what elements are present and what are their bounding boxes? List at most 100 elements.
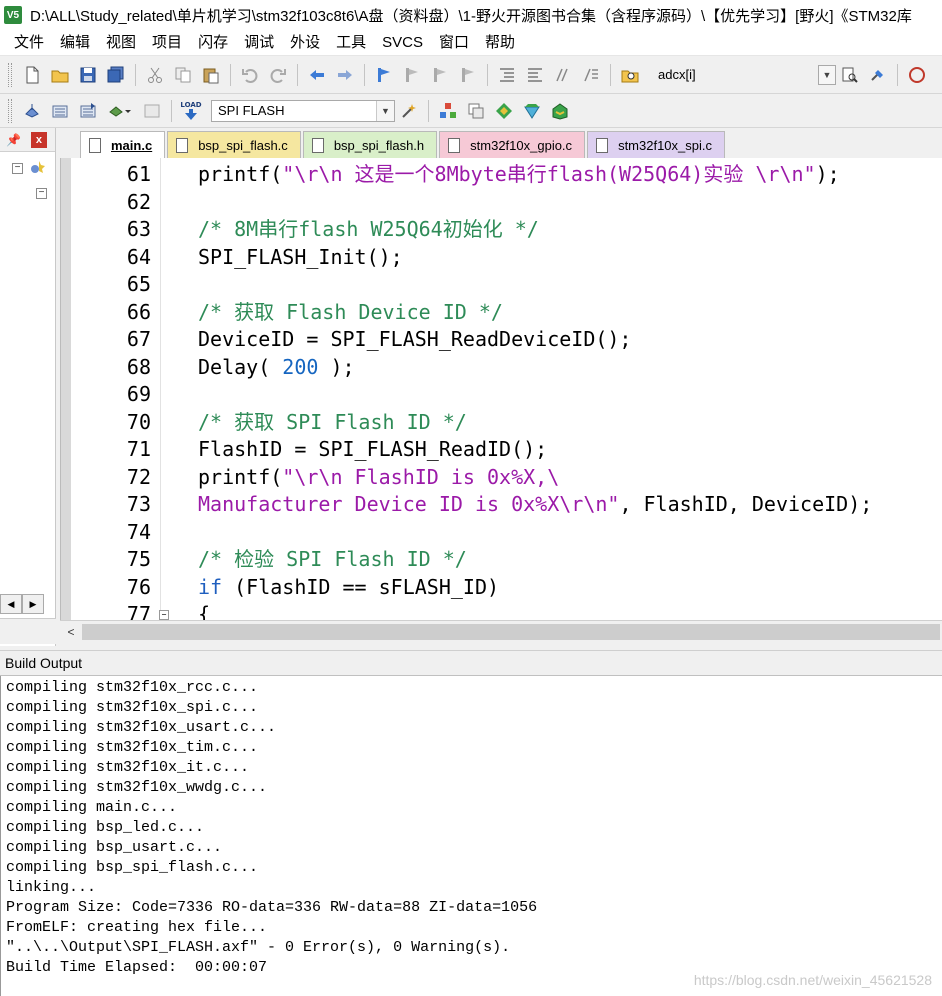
menu-tools[interactable]: 工具 — [328, 31, 374, 55]
redo-icon[interactable] — [266, 63, 290, 87]
tab-bsp-spi-flash-c[interactable]: bsp_spi_flash.c — [167, 131, 301, 158]
debug-settings-icon[interactable] — [866, 63, 890, 87]
tab-bsp-spi-flash-h[interactable]: bsp_spi_flash.h — [302, 131, 438, 158]
project-panel-tabs[interactable] — [0, 618, 56, 644]
stop-build-icon[interactable] — [140, 99, 164, 123]
bookmark-icon[interactable] — [372, 63, 396, 87]
find-in-files-icon[interactable] — [618, 63, 642, 87]
build-icon[interactable] — [48, 99, 72, 123]
scroll-left-icon[interactable]: < — [60, 622, 82, 642]
output-line: compiling bsp_led.c... — [6, 819, 205, 836]
menu-window[interactable]: 窗口 — [431, 31, 477, 55]
chevron-down-icon[interactable]: ▼ — [818, 64, 836, 85]
pack-installer-icon[interactable] — [492, 99, 516, 123]
chevron-down-icon[interactable]: ▼ — [376, 100, 394, 121]
clear-bookmarks-icon[interactable] — [456, 63, 480, 87]
code-token: (FlashID == sFLASH_ID) — [222, 574, 500, 599]
output-line: compiling stm32f10x_usart.c... — [6, 719, 277, 736]
output-line: compiling bsp_usart.c... — [6, 839, 223, 856]
toolbar-grip[interactable] — [8, 62, 12, 87]
tab-main-c[interactable]: main.c — [80, 131, 166, 158]
batch-build-icon[interactable] — [104, 99, 136, 123]
start-debug-icon[interactable] — [905, 63, 929, 87]
nav-back-icon[interactable] — [305, 63, 329, 87]
close-icon[interactable]: x — [30, 131, 47, 148]
select-pack-icon[interactable] — [520, 99, 544, 123]
menu-edit[interactable]: 编辑 — [52, 31, 98, 55]
code-line: 77 {− — [61, 601, 942, 620]
code-token: FlashID = SPI_FLASH_ReadID(); — [198, 437, 548, 461]
scroll-thumb[interactable] — [82, 623, 940, 640]
target-select[interactable]: SPI FLASH ▼ — [211, 99, 395, 122]
translate-icon[interactable] — [20, 99, 44, 123]
copy-icon[interactable] — [171, 63, 195, 87]
save-icon[interactable] — [76, 63, 100, 87]
nav-forward-icon[interactable] — [333, 63, 357, 87]
line-number: 61 — [126, 162, 151, 186]
download-icon[interactable]: LOAD — [179, 99, 203, 123]
find-combo[interactable]: adcx[i] ▼ — [652, 64, 836, 86]
menu-file[interactable]: 文件 — [6, 31, 52, 55]
line-number: 77 — [126, 602, 151, 620]
output-line: FromELF: creating hex file... — [6, 919, 268, 936]
scroll-left-icon[interactable]: ◀ — [0, 594, 22, 614]
file-extensions-icon[interactable] — [464, 99, 488, 123]
paste-icon[interactable] — [199, 63, 223, 87]
line-number: 63 — [126, 217, 151, 241]
menu-project[interactable]: 项目 — [144, 31, 190, 55]
line-number: 69 — [126, 382, 151, 406]
rebuild-icon[interactable] — [76, 99, 100, 123]
scroll-right-icon[interactable]: ▶ — [22, 594, 44, 614]
save-all-icon[interactable] — [104, 63, 128, 87]
menu-peripherals[interactable]: 外设 — [282, 31, 328, 55]
line-number: 76 — [126, 574, 151, 599]
line-number: 72 — [126, 464, 151, 489]
uncomment-icon[interactable] — [579, 63, 603, 87]
code-line: 76 if (FlashID == sFLASH_ID) — [61, 574, 942, 602]
target-options-icon[interactable] — [397, 99, 421, 123]
output-line: compiling stm32f10x_tim.c... — [6, 739, 259, 756]
code-text: if (FlashID == sFLASH_ID) — [198, 574, 499, 602]
menu-flash[interactable]: 闪存 — [190, 31, 236, 55]
manage-components-icon[interactable] — [436, 99, 460, 123]
indent-icon[interactable] — [495, 63, 519, 87]
build-output-header: Build Output — [0, 650, 942, 676]
open-folder-icon[interactable] — [48, 63, 72, 87]
menu-view[interactable]: 视图 — [98, 31, 144, 55]
new-file-icon[interactable] — [20, 63, 44, 87]
next-bookmark-icon[interactable] — [428, 63, 452, 87]
tree-collapse-icon[interactable]: − — [12, 163, 23, 174]
file-icon — [448, 137, 461, 153]
tree-collapse-icon[interactable]: − — [36, 188, 47, 199]
code-token: ); — [318, 354, 355, 379]
undo-icon[interactable] — [238, 63, 262, 87]
editor-hscroll[interactable]: < — [60, 620, 942, 642]
title-bar: V5 D:\ALL\Study_related\单片机学习\stm32f103c… — [0, 0, 942, 30]
menu-debug[interactable]: 调试 — [236, 31, 282, 55]
code-editor[interactable]: 61 printf("\r\n 这是一个8Mbyte串行flash(W25Q64)… — [60, 158, 942, 620]
prev-bookmark-icon[interactable] — [400, 63, 424, 87]
toolbar-grip[interactable] — [8, 98, 12, 123]
tab-stm32f10x-gpio-c[interactable]: stm32f10x_gpio.c — [439, 131, 586, 158]
code-token: if — [198, 574, 223, 599]
rte-manage-icon[interactable] — [548, 99, 572, 123]
output-line: compiling bsp_spi_flash.c... — [6, 859, 259, 876]
incremental-find-icon[interactable] — [838, 63, 862, 87]
menu-help[interactable]: 帮助 — [477, 31, 523, 55]
code-text: FlashID = SPI_FLASH_ReadID(); — [198, 436, 547, 464]
code-token: /* 获取 Flash Device ID */ — [198, 299, 503, 324]
tab-stm32f10x-spi-c[interactable]: stm32f10x_spi.c — [587, 131, 725, 158]
pin-icon[interactable]: 📌 — [6, 133, 21, 147]
keil-app-icon: V5 — [4, 6, 22, 24]
panel-hscroll[interactable]: ◀ ▶ — [0, 594, 50, 614]
tab-label: stm32f10x_gpio.c — [470, 137, 573, 153]
comment-icon[interactable] — [551, 63, 575, 87]
code-text: Delay( 200 ); — [198, 354, 355, 382]
menu-svcs[interactable]: SVCS — [374, 31, 431, 55]
fold-toggle-icon[interactable]: − — [159, 610, 169, 620]
unindent-icon[interactable] — [523, 63, 547, 87]
cut-icon[interactable] — [143, 63, 167, 87]
code-token: Delay( — [198, 354, 283, 379]
build-output-pane[interactable]: compiling stm32f10x_rcc.c... compiling st… — [0, 676, 942, 996]
project-panel-header: 📌 x — [0, 128, 55, 152]
